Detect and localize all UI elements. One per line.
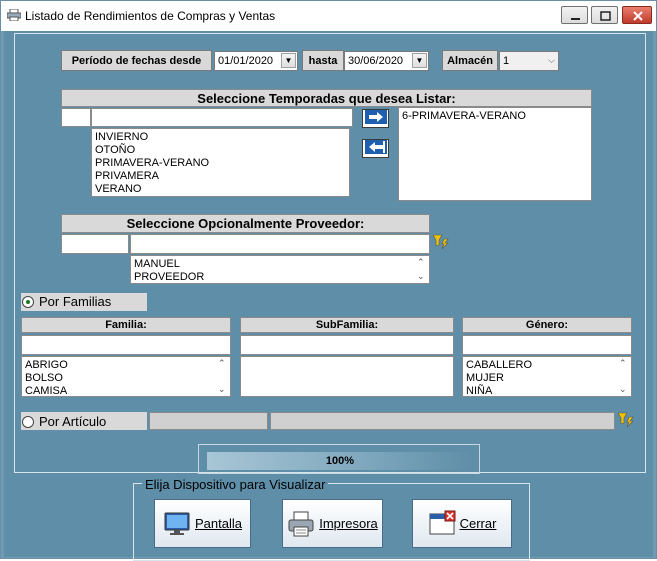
progress-frame: 100% <box>198 444 480 474</box>
family-list[interactable]: ABRIGO BOLSO CAMISA ⌃ ⌄ <box>21 356 231 397</box>
warehouse-label: Almacén <box>442 50 498 71</box>
list-item[interactable]: CABALLERO <box>466 359 628 372</box>
gender-search-input[interactable] <box>462 335 632 355</box>
close-window-icon <box>428 510 456 538</box>
arrow-right-icon <box>364 110 387 127</box>
screen-button-label: Pantalla <box>195 516 242 531</box>
main-window: Listado de Rendimientos de Compras y Ven… <box>0 0 657 561</box>
family-header: Familia: <box>21 317 231 333</box>
date-to-label: hasta <box>302 50 344 71</box>
chevron-up-icon[interactable]: ⌃ <box>619 357 627 370</box>
chevron-up-icon[interactable]: ⌃ <box>218 357 226 370</box>
gender-list[interactable]: CABALLERO MUJER NIÑA ⌃ ⌄ <box>462 356 632 397</box>
supplier-scrollbar[interactable]: ⌃ ⌄ <box>415 256 429 283</box>
available-seasons-list[interactable]: INVIERNO OTOÑO PRIMAVERA-VERANO PRIVAMER… <box>91 128 350 197</box>
season-code-input[interactable] <box>61 108 91 127</box>
list-item[interactable]: ABRIGO <box>25 359 227 372</box>
remove-season-button[interactable] <box>362 139 389 158</box>
list-item[interactable]: MANUEL <box>134 258 426 271</box>
by-family-label: Por Familias <box>39 294 112 309</box>
filter-lightning-icon[interactable] <box>617 412 634 428</box>
supplier-list[interactable]: MANUEL PROVEEDOR ⌃ ⌄ <box>130 255 430 284</box>
arrow-left-icon <box>364 140 387 157</box>
list-item[interactable]: INVIERNO <box>95 131 346 144</box>
family-scrollbar[interactable]: ⌃ ⌄ <box>216 357 230 396</box>
list-item[interactable]: PRIVAMERA <box>95 170 346 183</box>
chevron-down-icon[interactable]: ⌄ <box>218 383 226 396</box>
by-article-label: Por Artículo <box>39 414 107 429</box>
close-button[interactable] <box>622 6 652 24</box>
list-item[interactable]: VERANO <box>95 183 346 196</box>
monitor-icon <box>163 510 191 538</box>
list-item[interactable]: 6-PRIMAVERA-VERANO <box>402 110 588 123</box>
screen-button[interactable]: Pantalla <box>154 499 251 548</box>
seasons-header: Seleccione Temporadas que desea Listar: <box>61 89 592 107</box>
family-search-input[interactable] <box>21 335 231 355</box>
chevron-down-icon[interactable]: ▼ <box>281 53 296 68</box>
date-to-picker[interactable]: 30/06/2020 ▼ <box>344 51 429 71</box>
printer-button-label: Impresora <box>319 516 378 531</box>
chevron-down-icon[interactable]: ▼ <box>412 53 427 68</box>
list-item[interactable]: PROVEEDOR <box>134 271 426 283</box>
add-season-button[interactable] <box>362 109 389 128</box>
supplier-header: Seleccione Opcionalmente Proveedor: <box>61 214 430 233</box>
warehouse-value: 1 <box>503 55 510 67</box>
by-family-radio[interactable]: Por Familias <box>22 294 111 309</box>
list-item[interactable]: OTOÑO <box>95 144 346 157</box>
printer-button[interactable]: Impresora <box>282 499 383 548</box>
list-item[interactable]: CAMISA <box>25 385 227 396</box>
article-search-input[interactable] <box>270 412 615 430</box>
chevron-up-icon[interactable]: ⌃ <box>417 256 425 269</box>
progress-bar: 100% <box>207 452 473 470</box>
list-item[interactable]: BOLSO <box>25 372 227 385</box>
list-item[interactable]: NIÑA <box>466 385 628 396</box>
printer-icon <box>287 510 315 538</box>
list-item[interactable]: PRIMAVERA-VERANO <box>95 157 346 170</box>
subfamily-list[interactable] <box>240 356 454 397</box>
supplier-code-input[interactable] <box>61 234 129 254</box>
chevron-down-icon[interactable]: ⌄ <box>619 383 627 396</box>
device-group-title: Elija Dispositivo para Visualizar <box>142 477 329 492</box>
window-title: Listado de Rendimientos de Compras y Ven… <box>25 9 276 23</box>
gender-scrollbar[interactable]: ⌃ ⌄ <box>617 357 631 396</box>
article-code-input[interactable] <box>149 412 268 430</box>
date-to-value: 30/06/2020 <box>348 55 404 67</box>
title-bar: Listado de Rendimientos de Compras y Ven… <box>1 1 656 31</box>
chevron-down-icon[interactable]: ⌄ <box>417 270 425 283</box>
maximize-button[interactable] <box>591 6 618 24</box>
by-article-radio[interactable]: Por Artículo <box>22 414 106 429</box>
gender-header: Género: <box>462 317 632 333</box>
radio-button[interactable] <box>22 295 34 308</box>
list-item[interactable]: MUJER <box>466 372 628 385</box>
date-from-value: 01/01/2020 <box>218 55 274 67</box>
subfamily-header: SubFamilia: <box>240 317 454 333</box>
date-from-picker[interactable]: 01/01/2020 ▼ <box>214 51 298 71</box>
chevron-down-icon: ⌵ <box>548 55 555 65</box>
minimize-button[interactable] <box>561 6 588 24</box>
progress-text: 100% <box>325 455 355 467</box>
radio-button[interactable] <box>22 415 34 428</box>
close-report-button-label: Cerrar <box>459 516 497 531</box>
subfamily-search-input[interactable] <box>240 335 454 355</box>
close-report-button[interactable]: Cerrar <box>412 499 512 548</box>
printer-icon <box>6 8 22 22</box>
filter-lightning-icon[interactable] <box>432 234 449 250</box>
selected-seasons-list[interactable]: 6-PRIMAVERA-VERANO <box>398 107 592 201</box>
client-area: Período de fechas desde 01/01/2020 ▼ has… <box>4 31 653 561</box>
season-search-input[interactable] <box>91 108 353 127</box>
warehouse-select[interactable]: 1 ⌵ <box>499 51 559 71</box>
supplier-search-input[interactable] <box>130 234 430 254</box>
date-from-label: Período de fechas desde <box>61 50 212 71</box>
